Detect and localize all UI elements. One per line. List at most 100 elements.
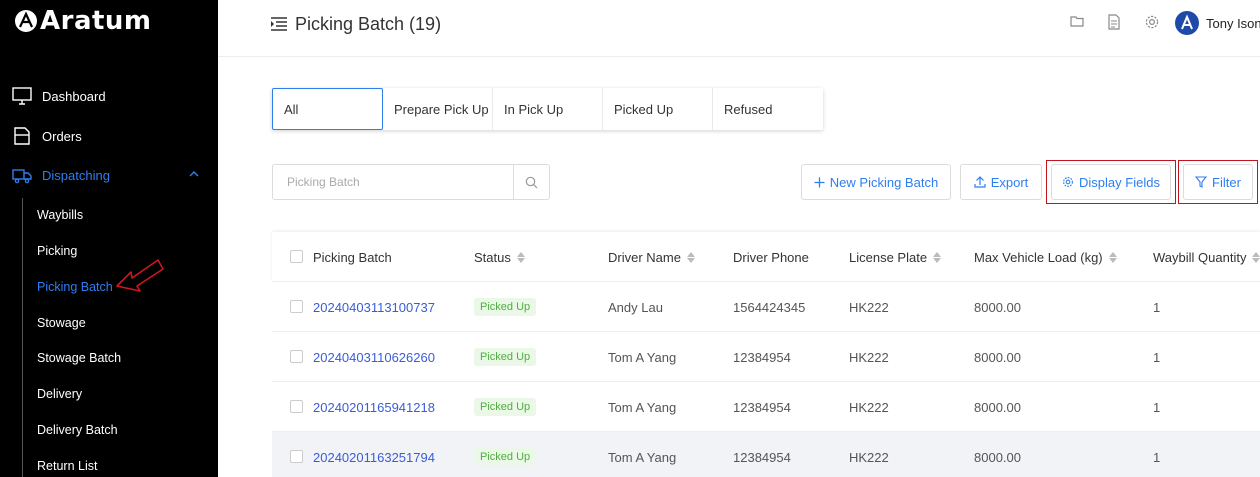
status-cell: Picked Up: [474, 332, 537, 382]
waybill-quantity-cell: 1: [1153, 399, 1161, 415]
row-checkbox[interactable]: [290, 350, 303, 363]
sidebar-item-label: Orders: [42, 128, 82, 144]
menu-fold-icon[interactable]: [270, 17, 288, 31]
sidebar-subitem-delivery[interactable]: Delivery: [37, 387, 82, 401]
row-checkbox[interactable]: [290, 300, 303, 313]
sort-icon[interactable]: [933, 251, 942, 263]
column-header-driver-name[interactable]: Driver Name: [608, 232, 695, 282]
table-row[interactable]: 20240403110626260 Picked Up Tom A Yang 1…: [272, 332, 1260, 382]
gear-icon[interactable]: [1144, 14, 1160, 30]
driver-phone-cell: 12384954: [733, 449, 791, 465]
settings-icon: [1063, 177, 1073, 187]
tab-refused[interactable]: Refused: [713, 88, 823, 130]
column-label: License Plate: [849, 249, 928, 265]
user-name[interactable]: Tony Ison: [1206, 16, 1260, 31]
annotation-arrow-icon: [116, 259, 164, 292]
orders-icon: [14, 127, 30, 145]
table-row[interactable]: 20240201165941218 Picked Up Tom A Yang 1…: [272, 382, 1260, 432]
page-title: Picking Batch (19): [295, 14, 442, 34]
table-header: Picking Batch Status Driver Name Driver …: [272, 232, 1260, 282]
sort-icon[interactable]: [1252, 251, 1260, 263]
status-cell: Picked Up: [474, 382, 537, 432]
truck-icon: [12, 169, 32, 184]
chevron-up-icon: [189, 171, 199, 177]
picking-batch-link[interactable]: 20240403110626260: [313, 332, 435, 382]
sidebar-subitem-picking-batch[interactable]: Picking Batch: [37, 280, 113, 294]
column-label: Status: [474, 249, 511, 265]
status-badge: Picked Up: [474, 298, 537, 316]
column-label: Max Vehicle Load (kg): [974, 249, 1103, 265]
display-fields-button[interactable]: Display Fields: [1051, 164, 1171, 200]
driver-name-cell: Tom A Yang: [608, 399, 677, 415]
status-badge: Picked Up: [474, 398, 537, 416]
search-box: [272, 164, 550, 200]
search-icon: [525, 176, 538, 188]
sidebar-item-orders[interactable]: Orders: [0, 118, 218, 154]
waybill-quantity-cell: 1: [1153, 299, 1161, 315]
sidebar-subitem-delivery-batch[interactable]: Delivery Batch: [37, 423, 118, 437]
select-all-checkbox[interactable]: [290, 250, 303, 263]
folder-icon[interactable]: [1070, 14, 1084, 28]
sidebar-subitem-stowage-batch[interactable]: Stowage Batch: [37, 351, 121, 365]
column-header-max-vehicle-load[interactable]: Max Vehicle Load (kg): [974, 232, 1117, 282]
column-header-picking-batch: Picking Batch: [313, 232, 392, 282]
sidebar: Aratum Dashboard Orders Dispatching Wayb…: [0, 0, 218, 477]
column-label: Waybill Quantity: [1153, 249, 1247, 265]
document-icon[interactable]: [1107, 14, 1121, 30]
row-checkbox[interactable]: [290, 400, 303, 413]
export-button[interactable]: Export: [960, 164, 1042, 200]
sidebar-subitem-waybills[interactable]: Waybills: [37, 208, 83, 222]
status-tabs: All Prepare Pick Up In Pick Up Picked Up…: [272, 88, 823, 130]
tab-picked-up[interactable]: Picked Up: [603, 88, 713, 130]
logo-text: Aratum: [40, 6, 152, 36]
search-button[interactable]: [513, 165, 549, 199]
tab-in-pick-up[interactable]: In Pick Up: [493, 88, 603, 130]
driver-name-cell: Tom A Yang: [608, 449, 677, 465]
picking-batch-link[interactable]: 20240201163251794: [313, 432, 435, 477]
column-label: Picking Batch: [313, 249, 392, 265]
license-plate-cell: HK222: [849, 399, 889, 415]
sidebar-subitem-stowage[interactable]: Stowage: [37, 316, 86, 330]
column-header-status[interactable]: Status: [474, 232, 525, 282]
driver-name-cell: Tom A Yang: [608, 349, 677, 365]
driver-phone-cell: 1564424345: [733, 299, 806, 315]
sidebar-item-dispatching[interactable]: Dispatching: [0, 157, 218, 193]
plus-icon: [814, 177, 825, 187]
sidebar-subitem-return-list[interactable]: Return List: [37, 459, 97, 473]
sidebar-item-label: Dispatching: [42, 167, 110, 183]
table-row[interactable]: 20240201163251794 Picked Up Tom A Yang 1…: [272, 432, 1260, 477]
sidebar-item-dashboard[interactable]: Dashboard: [0, 78, 218, 114]
aratum-logo-icon: [15, 10, 37, 32]
column-header-waybill-quantity[interactable]: Waybill Quantity: [1153, 232, 1260, 282]
table-row[interactable]: 20240403113100737 Picked Up Andy Lau 156…: [272, 282, 1260, 332]
sidebar-subitem-picking[interactable]: Picking: [37, 244, 77, 258]
logo[interactable]: Aratum: [14, 6, 152, 36]
sort-icon[interactable]: [686, 251, 695, 263]
waybill-quantity-cell: 1: [1153, 449, 1161, 465]
sort-icon[interactable]: [516, 251, 525, 263]
picking-batch-link[interactable]: 20240403113100737: [313, 282, 435, 332]
new-picking-batch-button[interactable]: New Picking Batch: [801, 164, 951, 200]
row-checkbox[interactable]: [290, 450, 303, 463]
tab-prepare-pick-up[interactable]: Prepare Pick Up: [383, 88, 493, 130]
driver-name-cell: Andy Lau: [608, 299, 663, 315]
avatar-logo-icon: [1181, 14, 1193, 30]
column-header-driver-phone: Driver Phone: [733, 232, 809, 282]
status-badge: Picked Up: [474, 348, 537, 366]
license-plate-cell: HK222: [849, 449, 889, 465]
search-input[interactable]: [273, 165, 513, 199]
export-label: Export: [990, 174, 1029, 190]
driver-phone-cell: 12384954: [733, 349, 791, 365]
picking-batch-link[interactable]: 20240201165941218: [313, 382, 435, 432]
waybill-quantity-cell: 1: [1153, 349, 1161, 365]
filter-icon: [1195, 176, 1208, 188]
max-load-cell: 8000.00: [974, 399, 1021, 415]
filter-button[interactable]: Filter: [1183, 164, 1253, 200]
main-content: All Prepare Pick Up In Pick Up Picked Up…: [218, 57, 1260, 477]
column-header-license-plate[interactable]: License Plate: [849, 232, 942, 282]
sort-icon[interactable]: [1108, 251, 1117, 263]
tab-all[interactable]: All: [272, 88, 383, 130]
license-plate-cell: HK222: [849, 299, 889, 315]
avatar[interactable]: [1175, 11, 1199, 35]
display-fields-label: Display Fields: [1079, 174, 1160, 190]
